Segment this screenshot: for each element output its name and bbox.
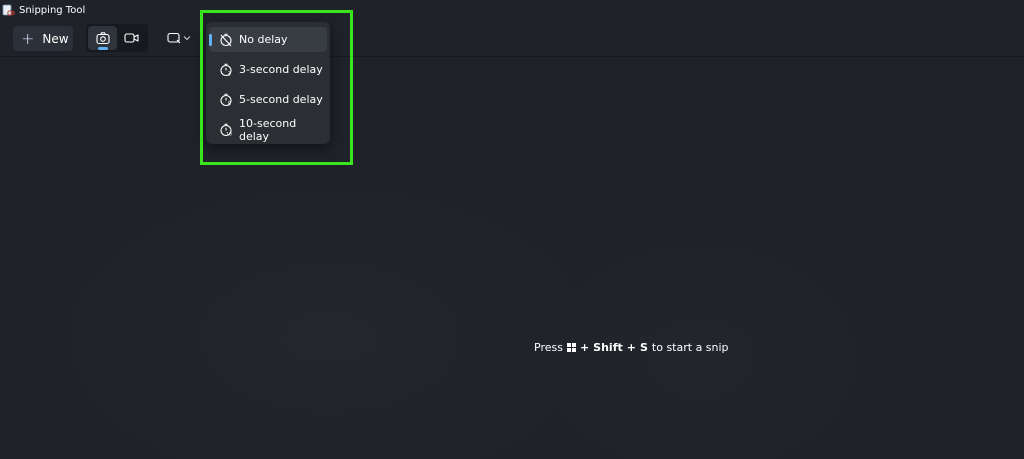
active-mode-indicator bbox=[98, 47, 108, 50]
hint-rest: to start a snip bbox=[651, 340, 729, 354]
annotation-highlight-box bbox=[200, 10, 353, 165]
toolbar: + New bbox=[0, 20, 1024, 57]
video-mode-button[interactable] bbox=[117, 26, 146, 50]
video-camera-icon bbox=[124, 33, 139, 43]
capture-mode-toggle bbox=[86, 24, 148, 52]
hint-plus-1: + bbox=[579, 340, 590, 354]
hint-s-key: S bbox=[639, 340, 648, 354]
new-button-label: New bbox=[42, 31, 69, 46]
screenshot-mode-button[interactable] bbox=[88, 26, 117, 50]
hint-plus-2: + bbox=[626, 340, 636, 354]
plus-icon: + bbox=[21, 28, 35, 48]
rectangle-snip-icon bbox=[167, 32, 181, 44]
hint-shift-key: Shift bbox=[593, 340, 623, 354]
start-snip-hint: Press + Shift + S to start a snip bbox=[534, 339, 729, 355]
canvas-background bbox=[0, 58, 1024, 459]
hint-press: Press bbox=[534, 340, 563, 354]
window-title: Snipping Tool bbox=[19, 4, 86, 16]
title-bar: Snipping Tool bbox=[0, 0, 1024, 20]
new-snip-button[interactable]: + New bbox=[13, 26, 73, 51]
chevron-down-icon bbox=[183, 36, 191, 41]
snip-shape-dropdown[interactable] bbox=[163, 26, 195, 50]
windows-key-icon bbox=[566, 342, 576, 352]
camera-icon bbox=[95, 32, 110, 45]
snipping-tool-logo-icon bbox=[2, 4, 15, 16]
